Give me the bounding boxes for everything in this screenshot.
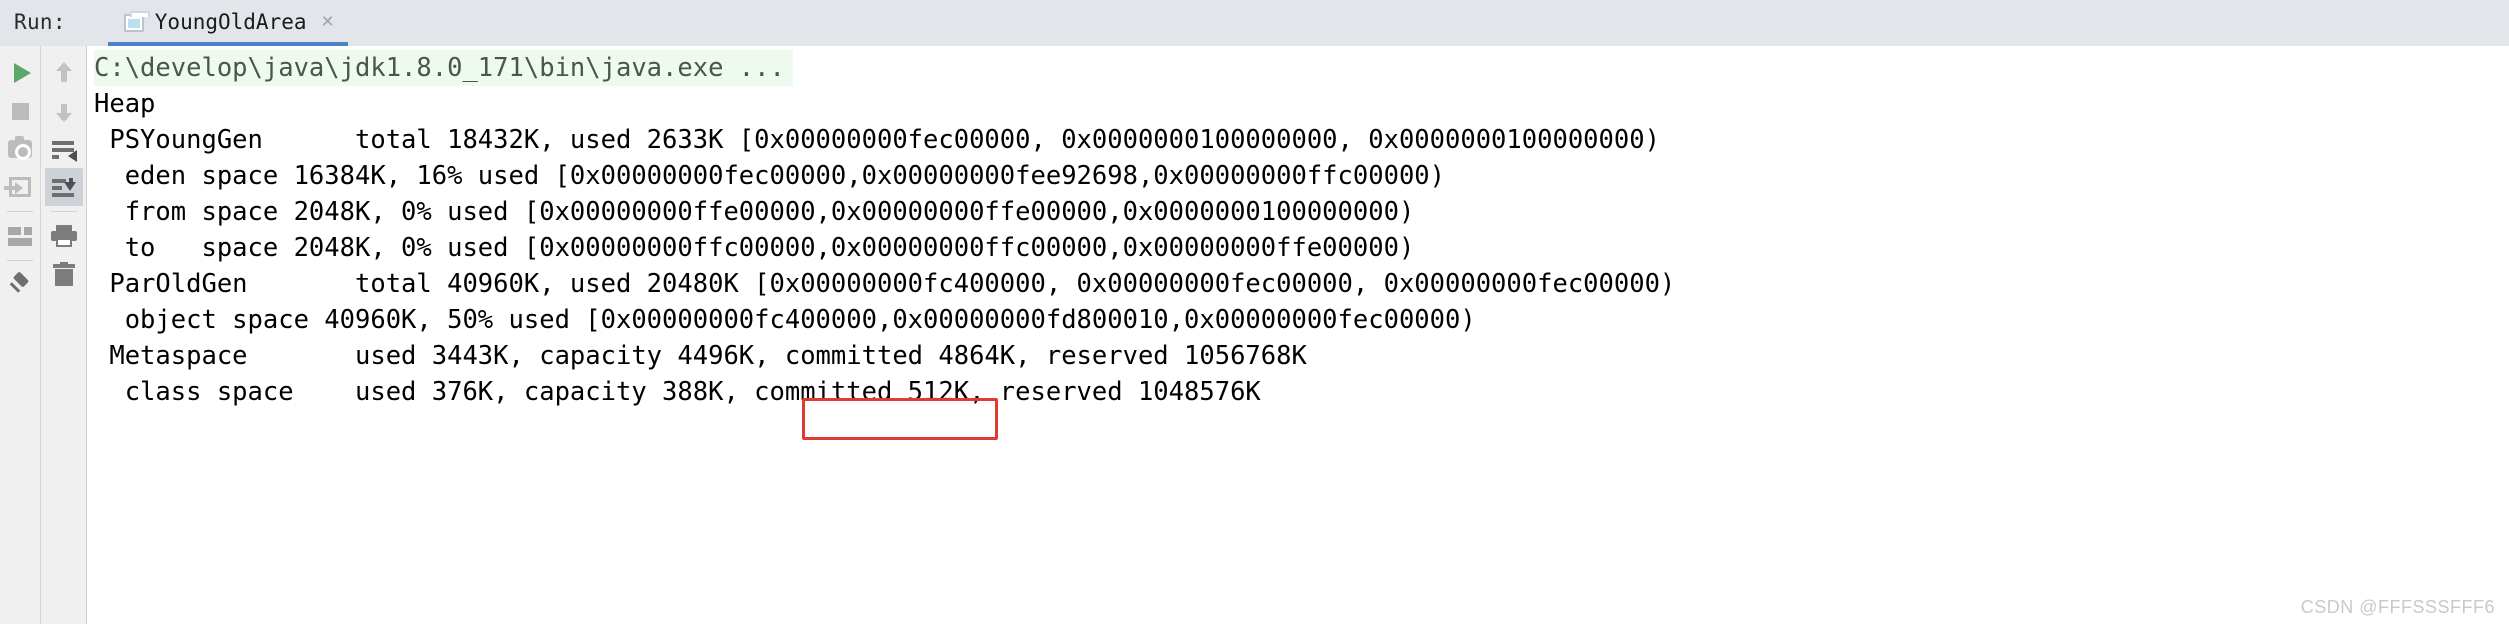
play-icon — [13, 63, 31, 83]
arrow-down-icon — [54, 100, 74, 122]
trash-icon — [52, 262, 75, 286]
console-line-list: Heap PSYoungGen total 18432K, used 2633K… — [88, 86, 2509, 410]
arrow-up-icon — [54, 62, 74, 84]
scroll-to-end-button[interactable] — [44, 168, 83, 206]
console-line: object space 40960K, 50% used [0x0000000… — [94, 305, 1476, 335]
command-line: C:\develop\java\jdk1.8.0_171\bin\java.ex… — [94, 50, 793, 86]
console-output[interactable]: C:\develop\java\jdk1.8.0_171\bin\java.ex… — [88, 46, 2509, 624]
pin-icon — [8, 273, 32, 297]
camera-icon — [8, 136, 32, 160]
layout-icon — [8, 226, 32, 246]
watermark: CSDN @FFFSSSFFF6 — [2300, 597, 2495, 617]
primary-toolbar — [0, 46, 41, 624]
run-config-icon — [123, 11, 150, 32]
console-line: PSYoungGen total 18432K, used 2633K [0x0… — [94, 125, 1660, 155]
run-tab-bar: Run: YoungOldArea × — [0, 0, 2509, 46]
toolbar-divider — [7, 260, 33, 261]
export-icon — [4, 177, 31, 197]
screenshot-button[interactable] — [1, 130, 39, 168]
console-line: Heap — [94, 89, 156, 119]
layout-button[interactable] — [1, 217, 39, 255]
print-button[interactable] — [45, 217, 83, 255]
toolbar-divider — [50, 211, 77, 212]
console-line: to space 2048K, 0% used [0x00000000ffc00… — [94, 233, 1415, 263]
tab-title: YoungOldArea — [154, 9, 307, 34]
command-line-row: C:\develop\java\jdk1.8.0_171\bin\java.ex… — [88, 50, 2509, 86]
down-stack-button[interactable] — [45, 92, 83, 130]
stop-button[interactable] — [1, 92, 39, 130]
console-line: class space used 376K, capacity 388K, co… — [94, 377, 1261, 407]
clear-all-button[interactable] — [45, 255, 83, 293]
stop-icon — [11, 102, 29, 120]
console-line: Metaspace used 3443K, capacity 4496K, co… — [94, 341, 1307, 371]
scroll-to-end-icon — [51, 177, 76, 197]
pin-button[interactable] — [1, 266, 39, 304]
console-line: eden space 16384K, 16% used [0x00000000f… — [94, 161, 1446, 191]
soft-wrap-icon — [51, 139, 77, 162]
console-line: from space 2048K, 0% used [0x00000000ffe… — [94, 197, 1415, 227]
run-tool-window: Run: YoungOldArea × C:\develop\java\jdk1… — [0, 0, 2509, 624]
toolbar-divider — [7, 211, 33, 212]
export-button[interactable] — [1, 168, 39, 206]
printer-icon — [50, 225, 77, 247]
tab-young-old-area[interactable]: YoungOldArea × — [107, 0, 348, 46]
console-line: ParOldGen total 40960K, used 20480K [0x0… — [94, 269, 1676, 299]
rerun-button[interactable] — [1, 54, 39, 92]
up-stack-button[interactable] — [45, 54, 83, 92]
run-label: Run: — [14, 10, 66, 34]
close-icon[interactable]: × — [322, 11, 334, 35]
secondary-toolbar — [41, 46, 87, 624]
soft-wrap-button[interactable] — [45, 130, 83, 168]
